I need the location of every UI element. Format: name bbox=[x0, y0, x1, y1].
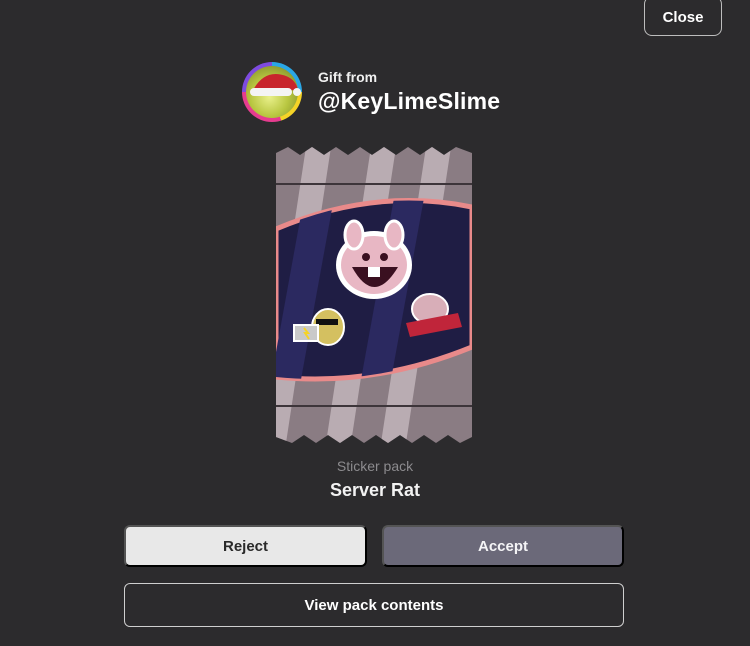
close-button[interactable]: Close bbox=[644, 0, 722, 36]
santa-hat-icon bbox=[250, 74, 301, 96]
reject-button[interactable]: Reject bbox=[124, 525, 367, 567]
pack-type-label: Sticker pack bbox=[336, 458, 414, 474]
gift-from-label: Gift from bbox=[318, 69, 378, 85]
pack-name: Server Rat bbox=[329, 480, 421, 500]
view-pack-contents-button[interactable]: View pack contents bbox=[124, 583, 624, 627]
sender-avatar bbox=[242, 62, 302, 122]
sticker-pack-artwork bbox=[276, 147, 472, 443]
gift-sender: Gift from @KeyLimeSlime bbox=[242, 60, 500, 124]
accept-button[interactable]: Accept bbox=[382, 525, 624, 567]
sender-username: @KeyLimeSlime bbox=[318, 88, 501, 114]
